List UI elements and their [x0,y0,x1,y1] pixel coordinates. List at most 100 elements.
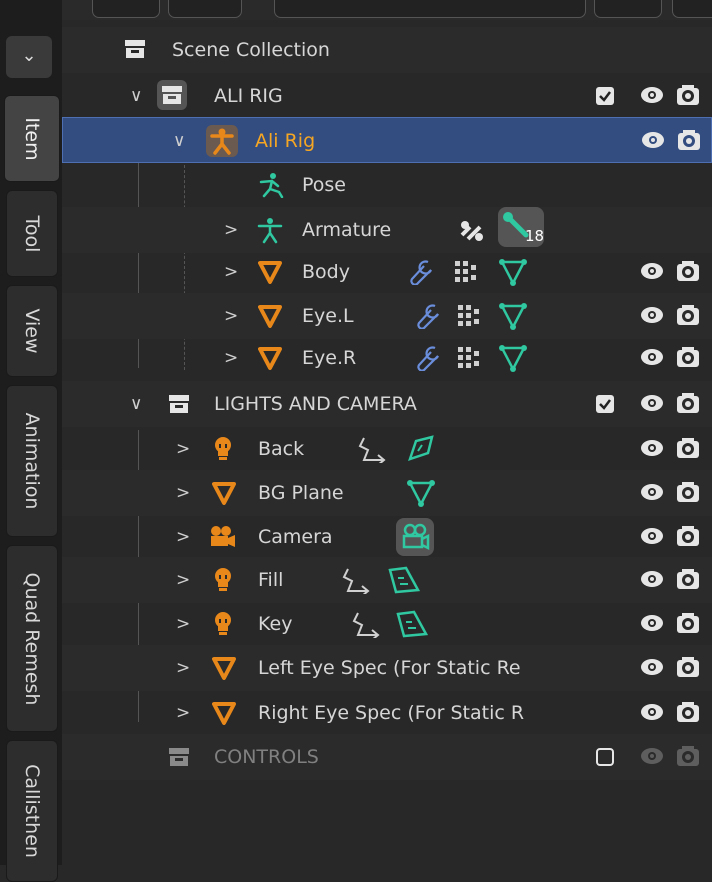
chevron-right-icon[interactable]: > [176,426,190,472]
camera-render-icon[interactable] [676,612,700,634]
camera-render-icon[interactable] [676,656,700,678]
object-label: Fill [258,569,284,591]
collection-row-ali-rig[interactable]: ∨ ALI RIG [62,73,712,119]
eye-icon[interactable] [640,569,664,589]
camera-render-icon[interactable] [676,745,700,767]
camera-render-icon[interactable] [676,701,700,723]
chevron-right-icon[interactable]: > [176,514,190,560]
display-mode-button[interactable] [92,0,160,18]
search-input[interactable] [274,0,586,18]
eye-icon[interactable] [640,305,664,325]
chevron-down-icon: ⌄ [21,45,37,66]
chevron-down-icon[interactable]: ∨ [173,118,185,164]
collection-label: LIGHTS AND CAMERA [214,393,417,415]
object-row-eye-l[interactable]: > Eye.L [62,293,712,339]
armature-row[interactable]: > Armature 18 [62,207,712,253]
object-label: Camera [258,526,333,548]
eye-icon[interactable] [640,393,664,413]
object-label: Eye.R [302,347,357,369]
eye-icon[interactable] [640,482,664,502]
light-object-icon [215,612,231,635]
chevron-right-icon[interactable]: > [224,249,238,295]
eye-icon[interactable] [640,526,664,546]
light-data-icon [388,566,420,594]
armature-label: Armature [302,219,392,241]
pose-row[interactable]: Pose [62,162,712,208]
camera-render-icon[interactable] [676,481,700,503]
eye-icon[interactable] [640,85,664,105]
object-label: Left Eye Spec (For Static Re [258,657,521,679]
eye-icon[interactable] [640,347,664,367]
object-row-right-eye-spec[interactable]: > Right Eye Spec (For Static R [62,690,712,736]
chevron-right-icon[interactable]: > [176,470,190,516]
chevron-right-icon[interactable]: > [176,645,190,691]
object-row-bg-plane[interactable]: > BG Plane [62,470,712,516]
scene-collection-row[interactable]: Scene Collection [62,27,712,73]
object-label: Eye.L [302,305,354,327]
chevron-down-icon[interactable]: ∨ [130,381,142,427]
mesh-object-icon [258,347,282,370]
sort-button[interactable] [594,0,662,18]
camera-render-icon[interactable] [676,84,700,106]
chevron-right-icon[interactable]: > [176,557,190,603]
chevron-right-icon[interactable]: > [176,601,190,647]
eye-icon[interactable] [640,657,664,677]
tab-animation[interactable]: Animation [6,385,58,537]
checkbox-unchecked-icon[interactable] [596,748,614,766]
bone-data-icon[interactable]: 18 [498,207,544,247]
chevron-right-icon[interactable]: > [224,293,238,339]
eye-icon[interactable] [640,746,664,766]
object-label: Body [302,261,350,283]
pose-icon [259,173,284,198]
eye-icon[interactable] [640,438,664,458]
tab-quad-remesh[interactable]: Quad Remesh [6,545,58,732]
object-row-body[interactable]: > Body [62,249,712,295]
constraint-icon [460,221,483,241]
chevron-down-icon[interactable]: ∨ [130,73,142,119]
vertex-groups-icon [455,261,476,282]
tab-quad-remesh-label: Quad Remesh [21,572,43,705]
camera-data-icon[interactable] [396,518,434,556]
object-row-ali-rig[interactable]: ∨ Ali Rig [62,117,712,163]
checkbox-checked-icon[interactable] [596,87,614,105]
chevron-right-icon[interactable]: > [224,335,238,381]
camera-render-icon[interactable] [676,437,700,459]
chevron-right-icon[interactable]: > [176,690,190,736]
sidebar-menu-dropdown[interactable]: ⌄ [6,36,52,78]
collection-row-controls[interactable]: CONTROLS [62,734,712,780]
eye-icon[interactable] [640,702,664,722]
collection-row-lights-and-camera[interactable]: ∨ LIGHTS AND CAMERA [62,381,712,427]
tab-view[interactable]: View [6,285,58,377]
camera-render-icon[interactable] [676,568,700,590]
object-row-fill[interactable]: > Fill [62,557,712,603]
tab-callisthenics[interactable]: Callisthen [6,740,58,882]
camera-render-icon[interactable] [676,525,700,547]
checkbox-checked-icon[interactable] [596,395,614,413]
camera-render-icon[interactable] [677,129,701,151]
camera-render-icon[interactable] [676,260,700,282]
object-row-camera[interactable]: > Camera [62,514,712,560]
filter-button[interactable] [168,0,242,18]
object-row-eye-r[interactable]: > Eye.R [62,335,712,381]
eye-icon[interactable] [640,613,664,633]
armature-data-icon [257,218,283,244]
eye-icon[interactable] [641,130,665,150]
chevron-right-icon[interactable]: > [224,207,238,253]
eye-icon[interactable] [640,261,664,281]
tab-animation-label: Animation [21,412,43,510]
camera-render-icon[interactable] [676,392,700,414]
light-data-icon [408,435,434,461]
mesh-data-icon [499,303,527,330]
wrench-modifier-icon [417,304,439,329]
tab-item[interactable]: Item [4,95,60,182]
camera-render-icon[interactable] [676,304,700,326]
outliner-header [62,0,712,20]
collection-icon [169,748,189,766]
camera-render-icon[interactable] [676,346,700,368]
tab-tool[interactable]: Tool [6,190,58,277]
object-row-back[interactable]: > Back [62,426,712,472]
object-row-left-eye-spec[interactable]: > Left Eye Spec (For Static Re [62,645,712,691]
object-row-key[interactable]: > Key [62,601,712,647]
new-collection-button[interactable] [672,0,712,18]
light-object-icon [215,437,231,460]
